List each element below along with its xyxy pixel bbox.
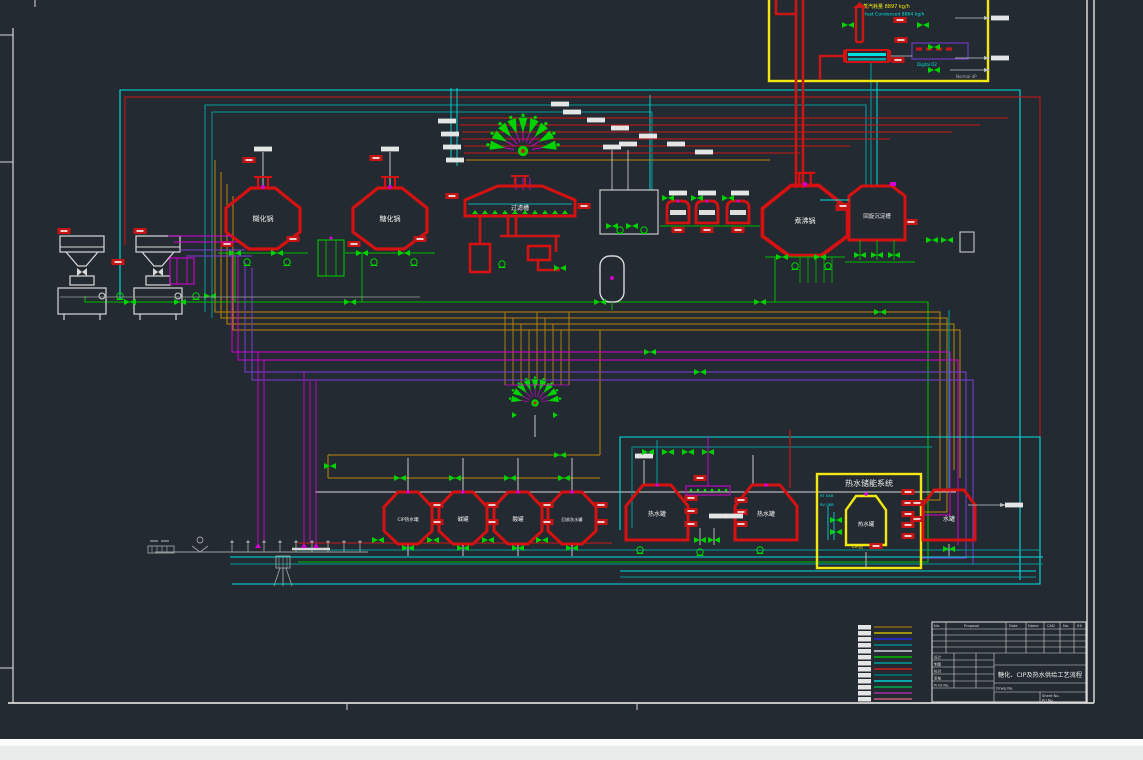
pipe-network	[85, 62, 1043, 584]
system-title: 热水储能系统	[845, 478, 893, 488]
tb-header: Proposal	[964, 624, 979, 628]
vessel-label: 回收洗水罐	[562, 516, 584, 523]
vessel-label: 热水罐	[858, 520, 875, 528]
tb-header: CAD	[1047, 624, 1055, 628]
vessel-label: 糖化锅	[380, 214, 401, 223]
vessel-label: 碱罐	[457, 515, 469, 523]
tb-header: XX	[1077, 624, 1082, 628]
tb-header: Date	[1009, 624, 1018, 628]
vessel-label: CIP热水罐	[397, 516, 419, 523]
vessel-label: 酸罐	[512, 515, 524, 523]
vessel-label: 糊化锅	[253, 214, 274, 223]
vessel-label: 水罐	[943, 515, 955, 523]
digital-label: Digital O2	[917, 62, 937, 67]
water-tank: 水罐	[911, 490, 1024, 556]
top-valve-fan	[438, 88, 1008, 190]
cip-return-label: CIP回	[852, 544, 863, 550]
vessel-label: 热水罐	[757, 510, 775, 518]
prj-label: Prj No.	[1042, 699, 1054, 703]
mini-heaters	[660, 191, 760, 233]
tb-row: Print No.	[934, 684, 949, 688]
buffer-box	[600, 142, 658, 234]
vessel-label: 热水罐	[648, 510, 666, 518]
drwg-label: Drwg No.	[996, 686, 1014, 691]
vessel-label: 过滤槽	[511, 204, 529, 212]
vessel-label: 煮沸锅	[795, 216, 816, 225]
heat-exchanger-1	[318, 236, 344, 276]
taskbar-strip[interactable]	[0, 745, 1143, 760]
storage-tag-1: RT 04B	[820, 493, 834, 498]
cad-canvas: 蒸汽耗量 8897 kg/h Heat Condensed 8864 kg/h …	[0, 0, 1143, 759]
drawing-frame	[0, 0, 1094, 710]
boiling-kettle: 煮沸锅	[762, 173, 848, 302]
condensate-tank	[843, 50, 891, 62]
tb-row: 设计	[934, 655, 942, 660]
tb-row: 校对	[934, 669, 942, 674]
tb-header: No.	[1063, 624, 1069, 628]
tb-row: 制图	[934, 662, 942, 667]
process-flow-diagram: 蒸汽耗量 8897 kg/h Heat Condensed 8864 kg/h …	[0, 0, 1143, 759]
lauter-tun: 过滤槽	[446, 176, 591, 272]
storage-tag-2: RV 08B	[820, 502, 834, 507]
steam-detail-box: 蒸汽耗量 8897 kg/h Heat Condensed 8864 kg/h …	[769, 0, 1009, 188]
drawing-title: 糖化、CIP及热水供给工艺流程	[998, 671, 1082, 679]
tb-header: Name	[1028, 624, 1039, 628]
hot-water-storage-system: 热水储能系统 热水罐 RT 04B RV 08B CIP回	[817, 474, 921, 568]
vessel-label: 回旋沉淀槽	[863, 212, 891, 220]
dp-label: Normal dP	[956, 74, 977, 79]
saccharification-kettle: 糖化锅	[345, 147, 435, 302]
steam-note-2: Heat Condensed 8864 kg/h	[863, 12, 925, 18]
sheet-label: Sheet No.	[1042, 694, 1060, 698]
hot-water-tank-1: 热水罐	[626, 454, 698, 540]
title-block: No. Proposal Date Name CAD No. XX 设计 制图 …	[932, 622, 1086, 703]
tb-row: 审核	[934, 676, 942, 681]
whirlpool-vessel: 回旋沉淀槽	[820, 182, 974, 262]
lower-valve-fan	[505, 376, 569, 418]
tb-header: No.	[934, 624, 940, 628]
line-legend	[858, 625, 912, 702]
steam-note-1: 蒸汽耗量 8897 kg/h	[863, 3, 910, 10]
